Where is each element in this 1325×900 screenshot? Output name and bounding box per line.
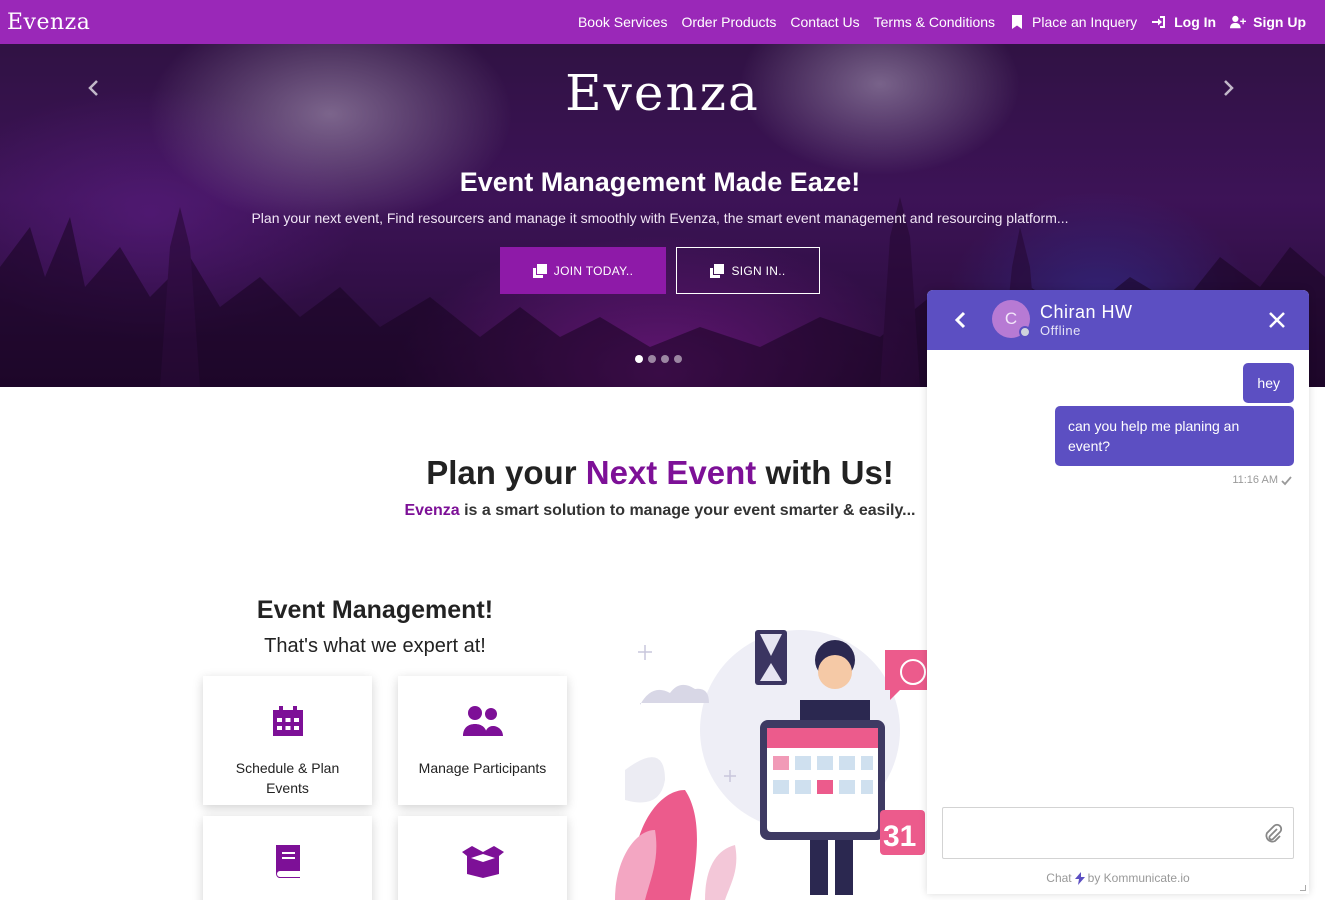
resize-handle[interactable]	[1300, 885, 1306, 891]
copy-icon	[710, 263, 725, 278]
section-title-pre: Plan your	[426, 454, 586, 491]
carousel-dot[interactable]	[648, 355, 656, 363]
nav-contact-us[interactable]: Contact Us	[790, 14, 859, 30]
carousel-dot[interactable]	[674, 355, 682, 363]
close-icon	[1269, 312, 1285, 328]
chat-message: hey	[1243, 363, 1294, 403]
event-management-title: Event Management!	[256, 596, 494, 624]
event-planner-illustration: 31	[615, 630, 930, 900]
chat-widget: C Chiran HW Offline hey can you help me …	[927, 290, 1309, 894]
card-label: Manage Participants	[418, 760, 547, 776]
calendar-icon	[272, 706, 303, 736]
hero-subtitle: Plan your next event, Find resourcers an…	[251, 210, 1069, 226]
navbar: Evenza Book Services Order Products Cont…	[0, 0, 1325, 44]
login-icon	[1152, 16, 1166, 28]
nav-terms[interactable]: Terms & Conditions	[874, 14, 995, 30]
status-indicator	[1019, 326, 1031, 338]
hero-logo: Evenza	[565, 64, 760, 122]
sign-in-label: SIGN IN..	[731, 263, 786, 278]
nav-label: Order Products	[681, 14, 777, 30]
nav-label: Terms & Conditions	[873, 14, 996, 30]
card-book[interactable]	[203, 816, 372, 900]
bookmark-icon	[1012, 15, 1023, 29]
nav-place-inquery[interactable]: Place an Inquery	[1009, 14, 1137, 30]
join-today-button[interactable]: JOIN TODAY..	[500, 247, 666, 294]
nav-label: Book Services	[577, 14, 668, 30]
nav-book-services[interactable]: Book Services	[578, 14, 667, 30]
copy-icon	[532, 263, 547, 278]
section-title-post: with Us!	[756, 454, 894, 491]
carousel-indicators	[635, 355, 682, 363]
section-sub-rest: is a smart solution to manage your event…	[459, 502, 916, 519]
attach-button[interactable]	[1263, 823, 1283, 845]
nav-label: Contact Us	[790, 14, 860, 30]
powered-by-link[interactable]: by Kommunicate.io	[1088, 871, 1190, 885]
chevron-left-icon	[954, 311, 966, 329]
nav-order-products[interactable]: Order Products	[681, 14, 776, 30]
join-today-label: JOIN TODAY..	[553, 263, 634, 278]
chat-contact-name: Chiran HW	[1040, 302, 1133, 322]
chat-close-button[interactable]	[1267, 310, 1287, 330]
user-plus-icon	[1230, 15, 1247, 29]
nav-label: Place an Inquery	[1032, 14, 1138, 30]
nav-log-in[interactable]: Log In	[1151, 14, 1216, 30]
svg-text:31: 31	[883, 820, 916, 853]
brand-logo[interactable]: Evenza	[7, 10, 90, 35]
carousel-dot[interactable]	[661, 355, 669, 363]
chat-back-button[interactable]	[951, 309, 971, 331]
nav-sign-up[interactable]: Sign Up	[1230, 14, 1306, 30]
book-icon	[275, 845, 300, 878]
card-schedule-plan[interactable]: Schedule & Plan Events	[203, 676, 372, 805]
message-time: 11:16 AM	[1232, 474, 1278, 486]
message-timestamp: 11:16 AM	[1232, 474, 1292, 486]
card-box[interactable]	[398, 816, 567, 900]
nav-label: Log In	[1174, 14, 1217, 30]
chat-header: C Chiran HW Offline	[927, 290, 1309, 350]
event-management-subtitle: That's what we expert at!	[264, 635, 486, 657]
section-title-accent: Next Event	[585, 454, 757, 491]
paperclip-icon	[1265, 823, 1283, 843]
sign-in-button[interactable]: SIGN IN..	[676, 247, 820, 294]
powered-chat-label: Chat	[1046, 871, 1072, 885]
chat-message: can you help me planing an event?	[1055, 406, 1294, 466]
box-icon	[461, 846, 504, 878]
carousel-dot[interactable]	[635, 355, 643, 363]
hero-title: Event Management Made Eaze!	[459, 167, 861, 197]
card-manage-participants[interactable]: Manage Participants	[398, 676, 567, 805]
lightning-icon	[1074, 871, 1085, 885]
users-icon	[462, 706, 503, 736]
checkmark-icon	[1281, 475, 1292, 485]
section-sub-accent: Evenza	[404, 502, 460, 519]
nav-label: Sign Up	[1253, 14, 1306, 30]
chat-contact-status: Offline	[1040, 323, 1081, 338]
nav-links: Book Services Order Products Contact Us …	[578, 0, 1306, 44]
card-label: Schedule & Plan Events	[235, 760, 340, 796]
powered-by: Chat by Kommunicate.io	[927, 871, 1309, 885]
chat-message-input[interactable]	[942, 807, 1294, 859]
